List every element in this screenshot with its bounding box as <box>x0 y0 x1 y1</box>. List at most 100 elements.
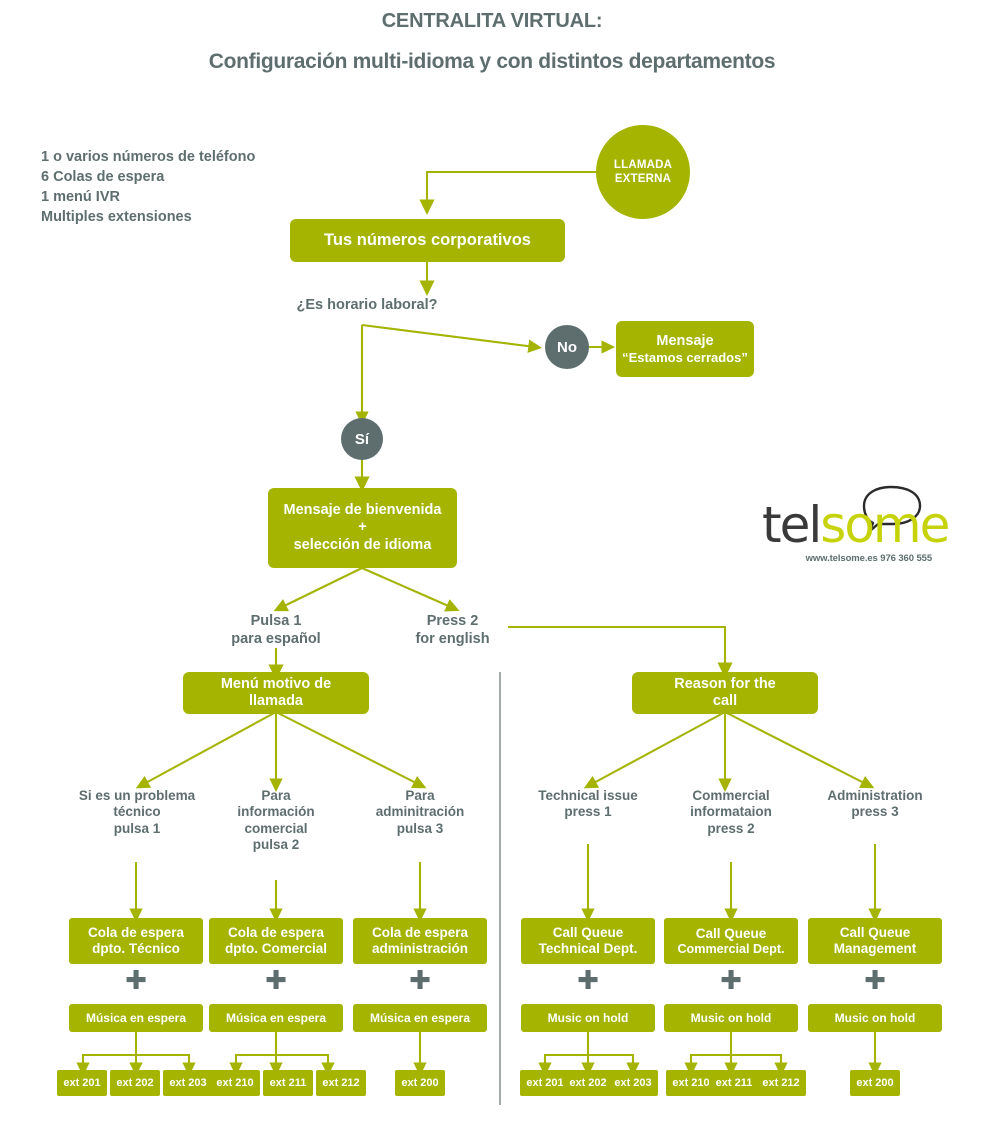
legend-line-2: 6 Colas de espera <box>41 169 165 185</box>
line-es-music1-ext201 <box>76 1032 138 1077</box>
legend-block: 1 o varios números de teléfono 6 Colas d… <box>41 147 255 227</box>
en-option-1-line1: Technical issue <box>538 788 638 803</box>
es-plus-3: ✚ <box>409 966 431 996</box>
es-option-3: Para adminitración pulsa 3 <box>355 788 485 837</box>
es-option-1-line1: Si es un problema <box>78 788 196 803</box>
en-queue-3-line2: Management <box>833 941 917 956</box>
en-option-1-line2: press 1 <box>564 804 612 820</box>
en-menu-line2: call <box>712 693 738 709</box>
es-ext-202: ext 202 <box>110 1070 160 1096</box>
decision-yes-circle: Sí <box>341 418 383 460</box>
line-en-menu-opt1 <box>583 711 726 789</box>
en-music-box-3: Music on hold <box>808 1004 942 1032</box>
closed-message-box: Mensaje “Estamos cerrados” <box>616 321 754 377</box>
decision-no-circle: No <box>545 325 589 369</box>
page-subtitle: Configuración multi-idioma y con distint… <box>208 50 776 73</box>
line-es-music2-ext210 <box>229 1032 278 1077</box>
line-es-menu-opt1 <box>135 711 277 789</box>
corporate-numbers-label: Tus números corporativos <box>324 230 531 249</box>
en-plus-2: ✚ <box>720 966 742 996</box>
working-hours-question: ¿Es horario laboral? <box>282 297 452 315</box>
es-plus-1: ✚ <box>125 966 147 996</box>
es-queue-3-line1: Cola de espera <box>371 925 469 941</box>
en-ext-202: ext 202 <box>563 1070 613 1096</box>
en-option-3-line2: press 3 <box>851 804 899 820</box>
en-ext-200: ext 200 <box>850 1070 900 1096</box>
es-ext-203: ext 203 <box>163 1070 213 1096</box>
welcome-message-box: Mensaje de bienvenida + selección de idi… <box>268 488 457 568</box>
es-music-box-1: Música en espera <box>69 1004 203 1032</box>
legend-line-1: 1 o varios números de teléfono <box>41 149 256 165</box>
line-question-to-no <box>361 323 543 353</box>
es-plus-2: ✚ <box>265 966 287 996</box>
es-menu-line2: llamada <box>249 693 303 709</box>
language-spanish-line2: para español <box>231 630 321 647</box>
en-queue-3-line1: Call Queue <box>839 925 911 941</box>
page-title: CENTRALITA VIRTUAL: <box>381 10 603 32</box>
es-option-2-line1: Para <box>261 788 291 803</box>
language-english-line1: Press 2 <box>426 613 479 629</box>
es-option-3-line3: pulsa 3 <box>396 820 444 836</box>
line-es-music1-ext203 <box>136 1053 196 1077</box>
en-option-2: Commercial informataion press 2 <box>663 788 799 837</box>
en-queue-1-line2: Technical Dept. <box>538 941 638 956</box>
en-queue-1-line1: Call Queue <box>552 925 624 941</box>
entry-call-line2: EXTERNA <box>614 173 672 185</box>
en-menu-line1: Reason for the <box>674 675 776 692</box>
es-ext-211: ext 211 <box>263 1070 313 1096</box>
line-en-music2-ext212 <box>731 1053 788 1077</box>
welcome-line2: + <box>358 519 367 536</box>
es-option-2-line2: información <box>237 804 315 820</box>
en-queue-box-2: Call Queue Commercial Dept. <box>664 918 798 964</box>
es-queue-3-line2: administración <box>371 941 469 956</box>
line-en-menu-opt3 <box>724 711 875 789</box>
line-en-music2-ext210 <box>684 1032 733 1077</box>
es-option-3-line2: adminitración <box>375 804 465 820</box>
en-option-2-line2: informataion <box>690 804 772 820</box>
es-option-1: Si es un problema técnico pulsa 1 <box>58 788 216 837</box>
es-queue-box-2: Cola de espera dpto. Comercial <box>209 918 343 964</box>
line-entry-to-numbers <box>419 170 598 215</box>
entry-call-line1: LLAMADA <box>613 158 673 171</box>
line-es-music2-ext212 <box>276 1053 335 1077</box>
corporate-numbers-box: Tus números corporativos <box>290 219 565 262</box>
line-en-music1-ext201 <box>538 1032 590 1077</box>
es-queue-2-line1: Cola de espera <box>227 925 325 941</box>
telsome-logo: telsome www.telsome.es 976 360 555 <box>762 485 950 568</box>
es-ext-210: ext 210 <box>210 1070 260 1096</box>
en-ext-203: ext 203 <box>608 1070 658 1096</box>
es-option-2-line4: pulsa 2 <box>252 837 300 853</box>
es-queue-1-line2: dpto. Técnico <box>92 941 180 956</box>
language-option-spanish: Pulsa 1 para español <box>201 613 351 648</box>
language-option-english: Press 2 for english <box>395 613 510 648</box>
closed-message-line1: Mensaje <box>656 332 714 349</box>
closed-message-line2: “Estamos cerrados” <box>622 349 748 365</box>
en-option-3: Administration press 3 <box>800 788 950 821</box>
legend-line-3: 1 menú IVR <box>41 189 120 205</box>
en-plus-3: ✚ <box>864 966 886 996</box>
language-english-line2: for english <box>415 630 490 647</box>
es-queue-1-line1: Cola de espera <box>87 925 185 941</box>
logo-tagline: www.telsome.es 976 360 555 <box>805 553 933 564</box>
en-option-3-line1: Administration <box>827 788 923 803</box>
entry-call-circle: LLAMADA EXTERNA <box>596 125 690 219</box>
en-option-2-line1: Commercial <box>692 788 770 803</box>
logo-wordmark: telsome <box>762 500 950 550</box>
es-menu-box: Menú motivo de llamada <box>183 672 369 714</box>
en-ext-211: ext 211 <box>709 1070 759 1096</box>
en-music-box-2: Music on hold <box>664 1004 798 1032</box>
es-queue-box-1: Cola de espera dpto. Técnico <box>69 918 203 964</box>
en-option-2-line3: press 2 <box>707 820 755 836</box>
es-option-2-line3: comercial <box>244 820 308 836</box>
line-es-menu-opt3 <box>275 711 427 789</box>
es-ext-201: ext 201 <box>57 1070 107 1096</box>
working-hours-question-text: ¿Es horario laboral? <box>296 297 438 313</box>
en-queue-box-1: Call Queue Technical Dept. <box>521 918 655 964</box>
line-welcome-to-es <box>273 567 363 612</box>
es-music-box-2: Música en espera <box>209 1004 343 1032</box>
en-ext-212: ext 212 <box>756 1070 806 1096</box>
es-menu-line1: Menú motivo de <box>220 675 332 692</box>
es-option-1-line3: pulsa 1 <box>113 820 161 836</box>
es-option-1-line2: técnico <box>113 804 161 820</box>
flowchart-page: CENTRALITA VIRTUAL: Configuración multi-… <box>0 0 984 1130</box>
